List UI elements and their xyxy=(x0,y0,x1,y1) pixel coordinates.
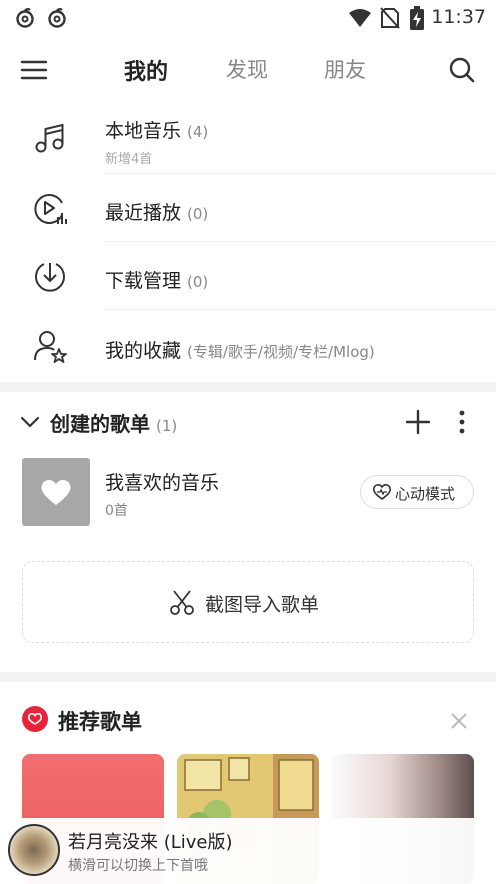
tab-mine[interactable]: 我的 xyxy=(124,54,168,86)
scissors-icon xyxy=(170,590,194,615)
playlist-title: 我喜欢的音乐 xyxy=(105,472,220,494)
menu-item-subtitle: 新增4首 xyxy=(105,152,153,167)
menu-item-collection[interactable]: 我的收藏 (专辑/歌手/视频/专栏/Mlog) xyxy=(0,310,496,382)
playlist-item-liked[interactable]: 我喜欢的音乐 0首 心动模式 xyxy=(0,456,496,528)
recommend-heart-icon xyxy=(22,706,48,732)
status-bar: 11:37 xyxy=(0,0,496,36)
status-time: 11:37 xyxy=(431,6,486,28)
mini-player-title: 若月亮没来 (Live版) xyxy=(68,832,233,853)
section-separator xyxy=(0,672,496,682)
music-note-icon xyxy=(35,123,64,153)
menu-item-title: 下载管理 (0) xyxy=(105,270,209,292)
tab-discover[interactable]: 发现 xyxy=(226,54,268,84)
menu-item-title: 我的收藏 (专辑/歌手/视频/专栏/Mlog) xyxy=(105,340,375,362)
created-playlists-title[interactable]: 创建的歌单 (1) xyxy=(50,408,177,437)
import-screenshot-button[interactable]: 截图导入歌单 xyxy=(22,561,474,643)
wifi-icon xyxy=(349,9,371,27)
menu-item-title: 本地音乐 (4) xyxy=(105,120,209,142)
heart-mode-button[interactable]: 心动模式 xyxy=(360,475,474,509)
recommended-title: 推荐歌单 xyxy=(58,710,142,734)
heart-mode-label: 心动模式 xyxy=(395,485,456,503)
menu-item-download[interactable]: 下载管理 (0) xyxy=(0,242,496,310)
add-icon[interactable] xyxy=(404,408,432,436)
mini-player-subtitle: 横滑可以切换上下首哦 xyxy=(68,858,208,874)
netease-cloud-icon xyxy=(16,8,34,28)
menu-item-local-music[interactable]: 本地音乐 (4) 新增4首 xyxy=(0,106,496,174)
recommended-header: 推荐歌单 xyxy=(0,692,496,748)
battery-charging-icon xyxy=(410,6,424,30)
heart-mode-icon xyxy=(373,484,391,500)
search-icon[interactable] xyxy=(448,56,476,84)
chevron-down-icon[interactable] xyxy=(20,412,40,432)
more-vertical-icon[interactable] xyxy=(450,408,474,436)
download-icon xyxy=(35,263,65,292)
mini-player[interactable]: 若月亮没来 (Live版) 横滑可以切换上下首哦 xyxy=(0,818,496,884)
close-icon[interactable] xyxy=(448,710,470,732)
hamburger-menu-icon[interactable] xyxy=(20,56,48,84)
netease-cloud-icon xyxy=(48,8,66,28)
menu-item-title: 最近播放 (0) xyxy=(105,202,209,224)
import-label: 截图导入歌单 xyxy=(205,594,320,616)
created-playlists-header: 创建的歌单 (1) xyxy=(0,392,496,452)
tab-friends[interactable]: 朋友 xyxy=(324,54,366,84)
playlist-count: 0首 xyxy=(105,503,128,519)
section-separator xyxy=(0,382,496,392)
top-navigation: 我的 发现 朋友 xyxy=(0,44,496,96)
user-star-icon xyxy=(34,331,67,363)
playlist-cover xyxy=(22,458,90,526)
no-sim-icon xyxy=(380,7,400,29)
mini-player-cover[interactable] xyxy=(8,824,60,876)
recent-play-icon xyxy=(34,194,67,224)
heart-icon xyxy=(41,479,71,505)
menu-item-recent-play[interactable]: 最近播放 (0) xyxy=(0,174,496,242)
